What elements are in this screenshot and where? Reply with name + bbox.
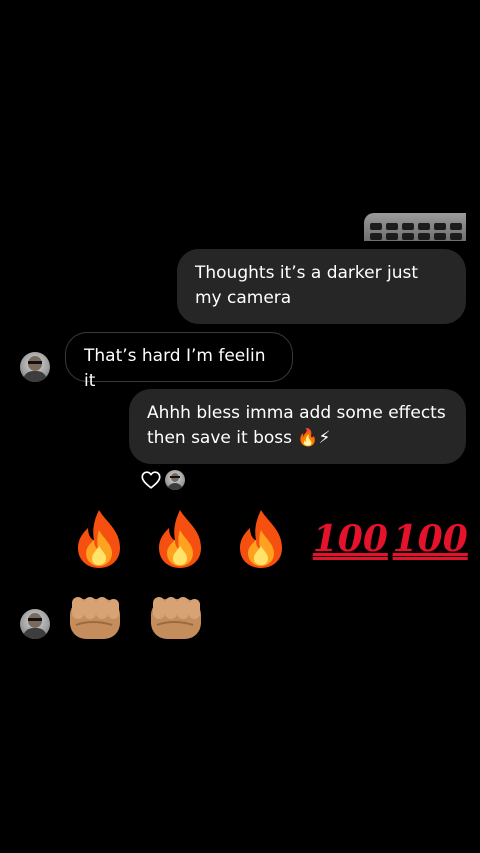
hundred-emoji: 100: [312, 517, 388, 560]
contact-avatar[interactable]: [20, 352, 50, 382]
heart-icon: [141, 471, 161, 489]
message-text: That’s hard I’m feelin it: [84, 346, 266, 391]
fist-emoji: [70, 596, 120, 639]
message-text: Thoughts it’s a darker just my camera: [195, 263, 419, 308]
fire-emoji: [78, 509, 120, 568]
received-message-bubble[interactable]: That’s hard I’m feelin it: [65, 332, 293, 391]
shared-image-thumbnail[interactable]: [364, 213, 466, 241]
emoji-message-fire[interactable]: 100 100: [70, 505, 468, 570]
sent-message-bubble[interactable]: Thoughts it’s a darker just my camera: [177, 249, 466, 324]
fire-emoji: [158, 509, 201, 568]
reactor-avatar: [165, 470, 185, 490]
contact-avatar[interactable]: [20, 609, 50, 639]
message-reaction[interactable]: [140, 469, 185, 491]
emoji-message-fist[interactable]: [66, 583, 212, 643]
message-text: Ahhh bless imma add some effects then sa…: [147, 403, 446, 448]
hundred-emoji: 100: [392, 517, 468, 560]
chat-screen: Thoughts it’s a darker just my camera Th…: [0, 0, 480, 853]
sent-message-bubble[interactable]: Ahhh bless imma add some effects then sa…: [129, 389, 466, 464]
fire-emoji: [239, 509, 282, 568]
fist-emoji: [150, 596, 201, 639]
